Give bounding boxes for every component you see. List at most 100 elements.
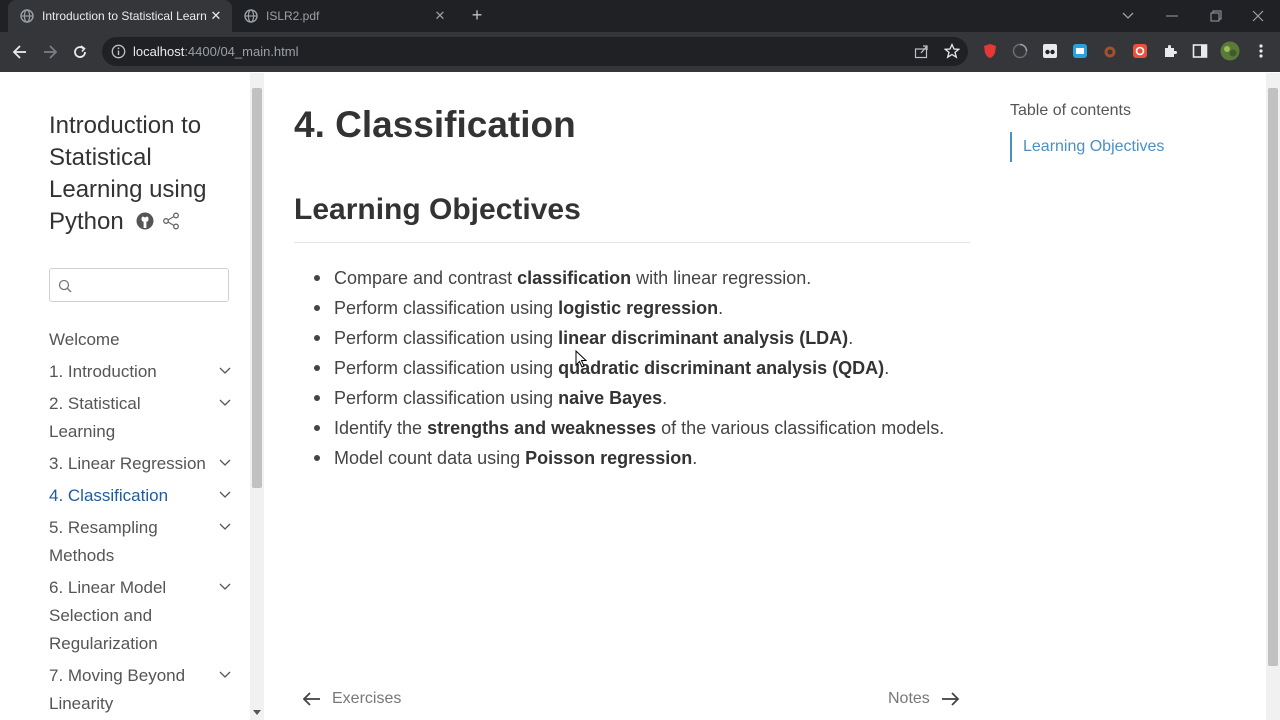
- share-nodes-icon[interactable]: [162, 207, 180, 239]
- github-icon[interactable]: [136, 207, 154, 239]
- list-item: Perform classification using quadratic d…: [314, 353, 994, 383]
- scroll-down-arrow-icon[interactable]: [252, 704, 262, 720]
- list-item: Perform classification using logistic re…: [314, 293, 994, 323]
- objective-text: Identify the: [334, 418, 428, 438]
- tab-search-icon[interactable]: [1106, 0, 1150, 32]
- chevron-down-icon[interactable]: [219, 364, 231, 376]
- extension-circle-icon[interactable]: [1011, 42, 1029, 60]
- page-title: 4. Classification: [294, 104, 576, 145]
- objective-text: .: [718, 298, 724, 318]
- tab-title: Introduction to Statistical Learning: [42, 9, 206, 23]
- browser-tab-strip: Introduction to Statistical Learning ✕ I…: [0, 0, 1280, 32]
- sidebar-item-label: Welcome: [49, 330, 120, 349]
- info-icon[interactable]: [111, 44, 126, 64]
- objective-keyword: naive Bayes: [558, 388, 663, 408]
- list-item: Perform classification using naive Bayes…: [314, 383, 994, 413]
- sidebar-item-label: 5. Resampling Methods: [49, 518, 158, 565]
- chevron-down-icon[interactable]: [219, 668, 231, 680]
- site-title[interactable]: Introduction to Statistical Learning usi…: [49, 110, 239, 239]
- chevron-down-icon[interactable]: [219, 396, 231, 408]
- sidebar-item-label: 3. Linear Regression: [49, 454, 206, 473]
- sidebar-search[interactable]: [49, 268, 229, 302]
- list-item: Identify the strengths and weaknesses of…: [314, 413, 994, 443]
- close-tab-icon[interactable]: ✕: [430, 8, 450, 24]
- chevron-down-icon[interactable]: [219, 520, 231, 532]
- objective-text: Model count data using: [334, 448, 526, 468]
- section-divider: [294, 242, 970, 243]
- objective-keyword: linear discriminant analysis (LDA): [558, 328, 849, 348]
- globe-icon: [244, 9, 258, 23]
- extension-glasses-icon[interactable]: [1041, 42, 1059, 60]
- chevron-down-icon[interactable]: [219, 580, 231, 592]
- toc-heading: Table of contents: [1010, 102, 1131, 119]
- objective-text: Perform classification using: [334, 298, 559, 318]
- page-scrollbar-thumb[interactable]: [1268, 88, 1278, 666]
- side-panel-icon[interactable]: [1191, 42, 1209, 60]
- tab-islr2-pdf[interactable]: ISLR2.pdf ✕: [232, 0, 456, 32]
- extension-blue-icon[interactable]: [1071, 42, 1089, 60]
- sidebar-item-moving-beyond-linearity[interactable]: 7. Moving Beyond Linearity: [49, 662, 239, 718]
- sidebar-item-linear-regression[interactable]: 3. Linear Regression: [49, 450, 239, 478]
- sidebar-item-label: 1. Introduction: [49, 362, 157, 381]
- extensions-puzzle-icon[interactable]: [1161, 42, 1179, 60]
- minimize-button[interactable]: [1150, 0, 1194, 32]
- sidebar-item-statistical-learning[interactable]: 2. Statistical Learning: [49, 390, 239, 446]
- extension-orange-icon[interactable]: [1131, 42, 1149, 60]
- profile-avatar[interactable]: [1220, 41, 1240, 61]
- new-tab-button[interactable]: +: [466, 4, 488, 26]
- extension-cloud-icon[interactable]: [1101, 42, 1119, 60]
- objective-keyword: classification: [517, 268, 632, 288]
- objective-text: Compare and contrast: [334, 268, 518, 288]
- previous-page-link[interactable]: Exercises: [302, 690, 401, 708]
- sidebar-item-resampling-methods[interactable]: 5. Resampling Methods: [49, 514, 239, 570]
- objective-text: .: [662, 388, 668, 408]
- mouse-cursor-icon: [575, 349, 588, 373]
- globe-icon: [20, 9, 34, 23]
- list-item: Perform classification using linear disc…: [314, 323, 994, 353]
- search-input[interactable]: [78, 273, 222, 297]
- sidebar-item-label: 4. Classification: [49, 486, 169, 505]
- url-path: :4400/04_main.html: [184, 44, 299, 59]
- close-tab-icon[interactable]: ✕: [206, 8, 226, 24]
- url-text: localhost:4400/04_main.html: [133, 44, 299, 59]
- menu-kebab-icon[interactable]: [1252, 42, 1270, 60]
- arrow-right-icon: [941, 692, 960, 706]
- objective-text: with linear regression.: [631, 268, 812, 288]
- sidebar-item-label: 2. Statistical Learning: [49, 394, 141, 441]
- objective-keyword: quadratic discriminant analysis (QDA): [558, 358, 885, 378]
- objective-keyword: strengths and weaknesses: [427, 418, 657, 438]
- chevron-down-icon[interactable]: [219, 488, 231, 500]
- section-heading: Learning Objectives: [294, 193, 581, 226]
- sidebar-item-welcome[interactable]: Welcome: [49, 326, 239, 354]
- next-page-link[interactable]: Notes: [888, 690, 960, 708]
- list-item: Compare and contrast classification with…: [314, 263, 994, 293]
- search-icon: [58, 279, 72, 293]
- chevron-down-icon[interactable]: [219, 456, 231, 468]
- sidebar-item-classification[interactable]: 4. Classification: [49, 482, 239, 510]
- back-button[interactable]: [8, 40, 32, 64]
- objective-text: Perform classification using: [334, 328, 559, 348]
- close-window-button[interactable]: [1236, 0, 1280, 32]
- share-icon[interactable]: [914, 44, 929, 64]
- learning-objectives-list: Compare and contrast classification with…: [314, 263, 994, 473]
- sidebar-nav: Welcome 1. Introduction 2. Statistical L…: [49, 326, 239, 718]
- sidebar-item-label: 7. Moving Beyond Linearity: [49, 666, 186, 713]
- site-title-text: Introduction to Statistical Learning usi…: [49, 112, 207, 235]
- extension-red-shield-icon[interactable]: [981, 42, 999, 60]
- sidebar-scrollbar-thumb[interactable]: [252, 88, 262, 488]
- objective-keyword: logistic regression: [558, 298, 719, 318]
- list-item: Model count data using Poisson regressio…: [314, 443, 994, 473]
- toc-link-learning-objectives[interactable]: Learning Objectives: [1023, 138, 1164, 156]
- forward-button[interactable]: [38, 40, 62, 64]
- objective-text: Perform classification using: [334, 388, 559, 408]
- bookmark-star-icon[interactable]: [943, 42, 961, 64]
- sidebar-item-introduction[interactable]: 1. Introduction: [49, 358, 239, 386]
- previous-page-label: Exercises: [332, 690, 402, 707]
- sidebar-item-linear-model-selection[interactable]: 6. Linear Model Selection and Regulariza…: [49, 574, 239, 658]
- restore-button[interactable]: [1194, 0, 1238, 32]
- sidebar-item-label: 6. Linear Model Selection and Regulariza…: [49, 578, 167, 653]
- tab-introduction[interactable]: Introduction to Statistical Learning ✕: [8, 0, 232, 32]
- tab-title: ISLR2.pdf: [266, 9, 320, 23]
- objective-text: .: [848, 328, 854, 348]
- reload-button[interactable]: [68, 40, 92, 64]
